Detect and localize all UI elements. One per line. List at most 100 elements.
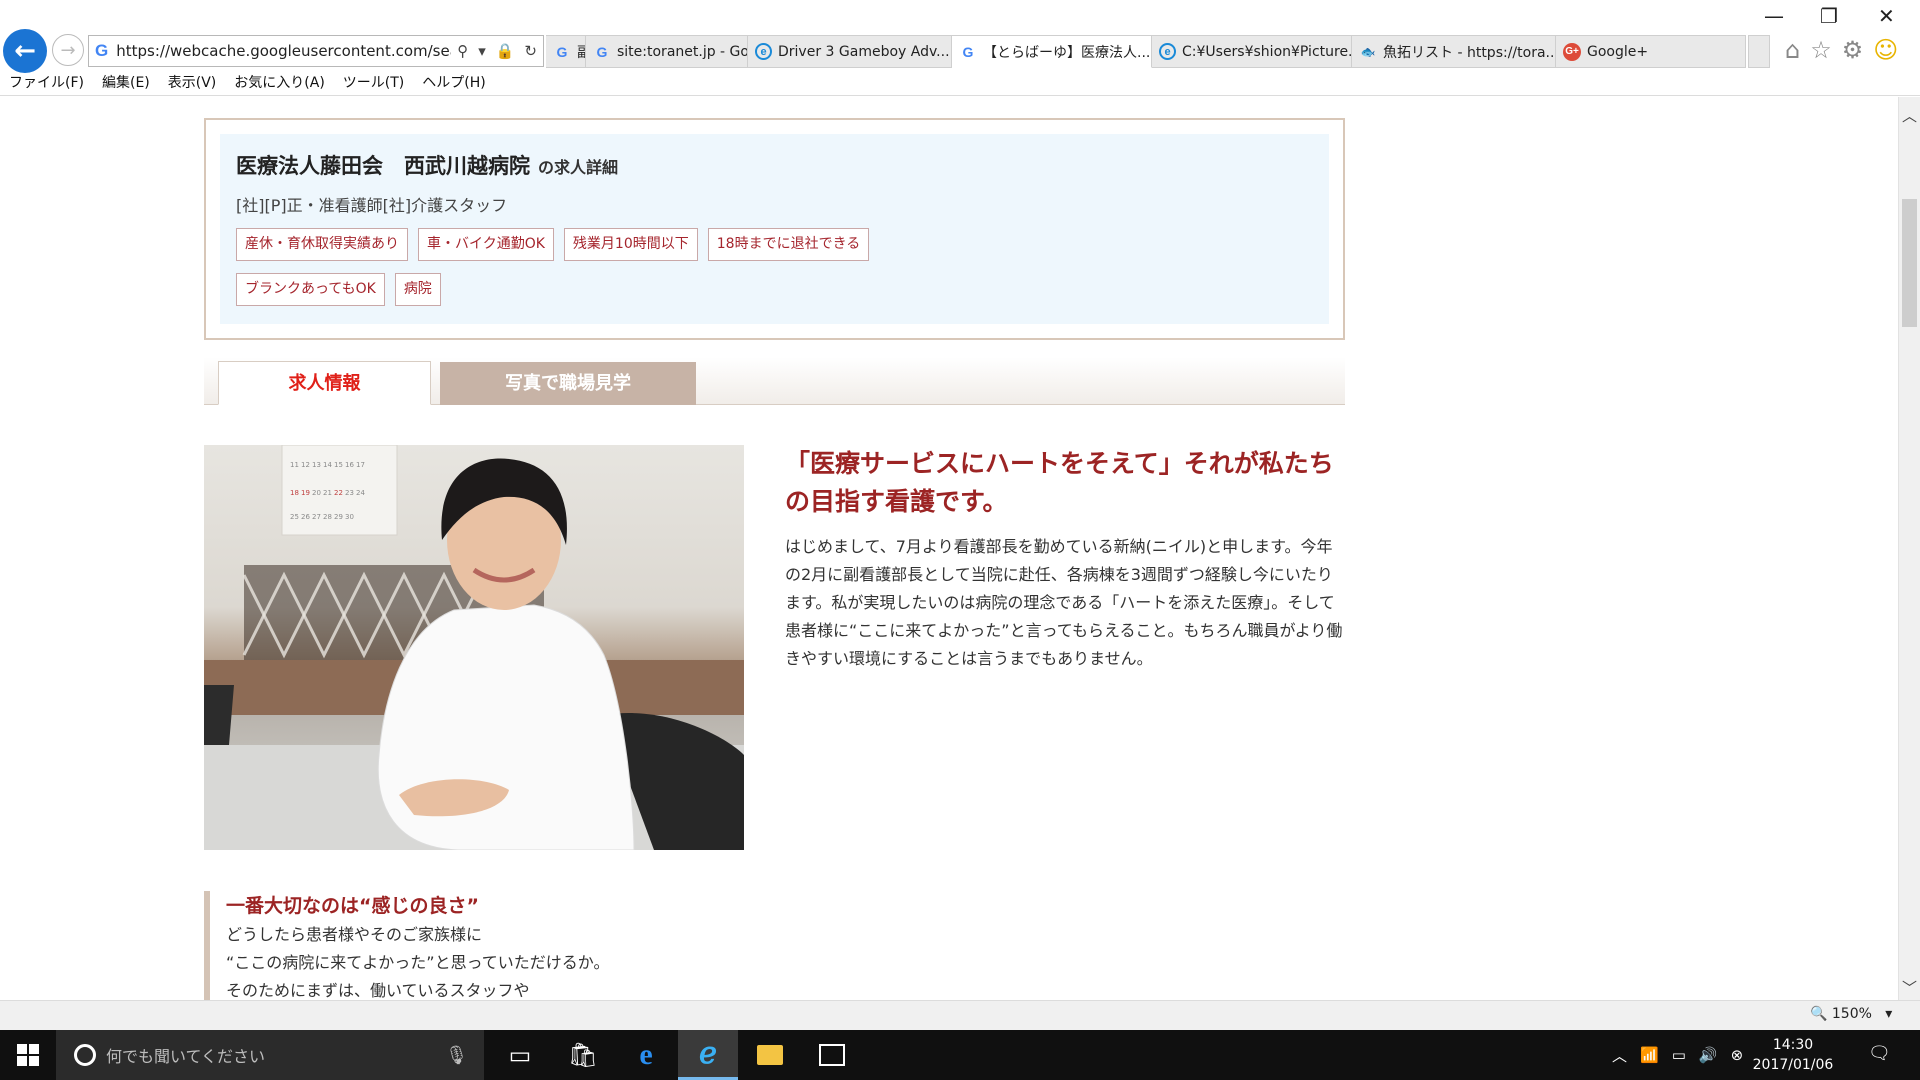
nurse-photo: 11 12 13 14 15 16 17 18 19 20 21 22 23 2… [204,445,744,850]
calendar-day: 20 [312,489,321,497]
menu-edit[interactable]: 編集(E) [93,72,159,94]
tab-3[interactable]: G【とらばーゆ】医療法人...✕ [952,35,1152,68]
section-2-line: “ここの病院に来てよかった”と思っていただけるか。 [226,953,610,972]
wifi-icon[interactable]: 📶 [1640,1046,1659,1064]
tab-0[interactable]: G副 [546,35,586,68]
taskbar: 何でも聞いてください 🎙 ▭ 🛍 e ℯ ︿ 📶 ▭ 🔊 ⊗ 14:30 201… [0,1030,1920,1080]
store-icon[interactable]: 🛍 [553,1030,613,1080]
feature-tag: ブランクあってもOK [236,273,385,306]
search-placeholder: 何でも聞いてください [106,1047,266,1066]
job-header: 医療法人藤田会 西武川越病院 の求人詳細 [社][P]正・准看護師[社]介護スタッ… [204,118,1345,340]
article-headline: 「医療サービスにハートをそえて」それが私たちの目指す看護です。 [785,449,1334,516]
section-2: 一番大切なのは“感じの良さ” どうしたら患者様やそのご家族様に “ここの病院に来… [204,891,844,1000]
feedback-smiley-icon[interactable]: ☺ [1873,36,1898,64]
url-text[interactable]: https://webcache.googleusercontent.com/s… [116,42,451,60]
chevron-down-icon: ▾ [1876,1006,1893,1022]
chevron-up-icon[interactable]: ︿ [1612,1045,1627,1066]
calendar-day: 27 [312,513,321,521]
menu-tools[interactable]: ツール(T) [334,72,413,94]
windows-logo-icon [17,1044,39,1066]
clock[interactable]: 14:30 2017/01/06 [1748,1035,1838,1075]
photo-illustration: 11 12 13 14 15 16 17 18 19 20 21 22 23 2… [204,445,744,850]
calendar-day: 24 [356,489,365,497]
scroll-down-icon[interactable]: ﹀ [1899,977,1920,998]
settings-gear-icon[interactable]: ⚙ [1842,36,1864,64]
scroll-thumb[interactable] [1902,199,1917,327]
internet-explorer-icon[interactable]: ℯ [678,1030,738,1080]
content-tabs: 求人情報 写真で職場見学 [204,357,1345,405]
scroll-up-icon[interactable]: ︿ [1899,105,1920,126]
tab-workplace-photos[interactable]: 写真で職場見学 [440,362,696,405]
menu-view[interactable]: 表示(V) [159,72,226,94]
section-2-title: 一番大切なのは“感じの良さ” [226,895,479,917]
calendar-day: 28 [323,513,332,521]
section-2-line: そのためにまずは、働いているスタッフや [226,981,530,1000]
address-bar[interactable]: G https://webcache.googleusercontent.com… [88,35,544,67]
forward-button[interactable]: → [52,34,84,66]
battery-icon[interactable]: ▭ [1672,1046,1686,1064]
menu-favorites[interactable]: お気に入り(A) [225,72,334,94]
ie-icon: e [1159,43,1176,60]
google-icon: G [962,43,974,60]
tab-job-info[interactable]: 求人情報 [218,361,431,405]
feature-tag: 産休・育休取得実績あり [236,228,408,261]
ime-icon[interactable]: ⊗ [1731,1046,1744,1064]
close-window-button[interactable]: ✕ [1878,4,1895,28]
file-explorer-icon[interactable] [740,1030,800,1080]
menu-file[interactable]: ファイル(F) [0,72,93,94]
feature-tag: 残業月10時間以下 [563,228,698,261]
microphone-icon[interactable]: 🎙 [445,1045,468,1066]
clock-time: 14:30 [1772,1037,1814,1053]
vertical-scrollbar[interactable]: ︿ ﹀ [1898,97,1920,1000]
google-icon: G [95,41,109,60]
calendar-day: 11 [290,461,299,469]
clock-date: 2017/01/06 [1752,1057,1834,1073]
calendar-day: 12 [301,461,310,469]
page-viewport: 医療法人藤田会 西武川越病院 の求人詳細 [社][P]正・准看護師[社]介護スタッ… [0,97,1898,1000]
tab-2[interactable]: e Driver 3 Gameboy Adv... [748,35,952,68]
calendar-day: 16 [345,461,354,469]
page-title: 医療法人藤田会 西武川越病院 の求人詳細 [236,150,1313,180]
fish-icon: 🐟 [1360,44,1376,59]
calendar-day: 15 [334,461,343,469]
cortana-search[interactable]: 何でも聞いてください 🎙 [56,1030,484,1080]
feature-tags: 産休・育休取得実績あり 車・バイク通勤OK 残業月10時間以下 18時までに退社… [236,228,936,306]
browser-chrome: — ❐ ✕ ← → G https://webcache.googleuserc… [0,0,1920,96]
favorites-star-icon[interactable]: ☆ [1810,36,1832,64]
restore-button[interactable]: ❐ [1820,4,1838,28]
calendar-day: 23 [345,489,354,497]
home-icon[interactable]: ⌂ [1785,36,1800,64]
photos-app-icon[interactable] [802,1030,862,1080]
lock-icon[interactable]: 🔒 [496,42,515,60]
minimize-button[interactable]: — [1764,4,1784,28]
back-button[interactable]: ← [3,29,47,73]
feature-tag: 18時までに退社できる [707,228,870,261]
search-icon[interactable]: ⚲ [457,42,468,60]
feature-tag: 車・バイク通勤OK [418,228,554,261]
ie-icon: e [755,43,772,60]
org-name: 医療法人藤田会 西武川越病院 [236,154,530,178]
notification-center-icon[interactable]: 🗨 [1868,1043,1891,1064]
new-tab-button[interactable] [1748,35,1770,68]
tab-4[interactable]: e C:¥Users¥shion¥Picture... [1152,35,1352,68]
feature-tag: 病院 [394,273,441,306]
google-icon: G [556,43,568,60]
calendar-day: 14 [323,461,332,469]
tab-6[interactable]: G+ Google+ [1556,35,1746,68]
task-view-icon[interactable]: ▭ [490,1030,550,1080]
menu-help[interactable]: ヘルプ(H) [413,72,494,94]
tab-5[interactable]: 🐟 魚拓リスト - https://tora... [1352,35,1556,68]
zoom-control[interactable]: 🔍 150% ▾ [1810,1006,1892,1022]
dropdown-icon[interactable]: ▾ [478,42,486,60]
calendar-day: 13 [312,461,321,469]
refresh-icon[interactable]: ↻ [524,42,537,60]
menu-bar: ファイル(F) 編集(E) 表示(V) お気に入り(A) ツール(T) ヘルプ(… [0,72,495,94]
edge-icon[interactable]: e [616,1030,676,1080]
volume-icon[interactable]: 🔊 [1699,1046,1718,1064]
tab-1[interactable]: Gsite:toranet.jp - Go... [586,35,748,68]
calendar-day: 21 [323,489,332,497]
org-suffix: の求人詳細 [538,158,619,177]
start-button[interactable] [0,1030,56,1080]
calendar-day: 17 [356,461,365,469]
job-kinds: [社][P]正・准看護師[社]介護スタッフ [236,196,508,215]
